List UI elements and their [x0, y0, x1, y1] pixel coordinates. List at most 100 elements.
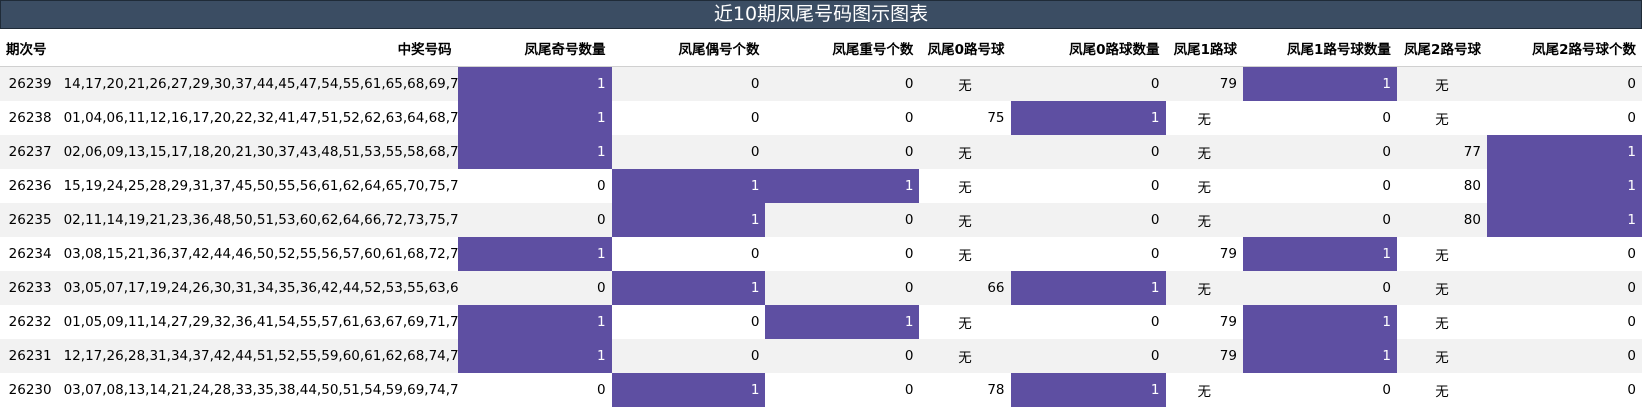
- route1-count-cell: 0: [1243, 169, 1397, 203]
- column-header-numbers: 中奖号码: [58, 29, 458, 67]
- column-header-repeat-count: 凤尾重号个数: [765, 29, 919, 67]
- odd-count-cell: 1: [458, 101, 612, 135]
- table-row: 2623801,04,06,11,12,16,17,20,22,32,41,47…: [0, 101, 1642, 135]
- route1-ball-cell: 无: [1166, 203, 1243, 237]
- period-cell: 26231: [0, 339, 58, 373]
- route0-count-cell: 0: [1011, 339, 1166, 373]
- table-row: 2623201,05,09,11,14,27,29,32,36,41,54,55…: [0, 305, 1642, 339]
- route1-count-cell: 0: [1243, 203, 1397, 237]
- even-count-cell: 0: [612, 135, 766, 169]
- column-header-route2-ball: 凤尾2路号球: [1397, 29, 1487, 67]
- route2-count-cell: 1: [1487, 203, 1642, 237]
- numbers-cell: 12,17,26,28,31,34,37,42,44,51,52,55,59,6…: [58, 339, 458, 373]
- period-cell: 26232: [0, 305, 58, 339]
- data-table: 期次号 中奖号码 凤尾奇号数量 凤尾偶号个数 凤尾重号个数 凤尾0路号球 凤尾0…: [0, 29, 1642, 407]
- route0-count-cell: 0: [1011, 237, 1166, 271]
- repeat-count-cell: 0: [765, 237, 919, 271]
- odd-count-cell: 1: [458, 339, 612, 373]
- route1-count-cell: 0: [1243, 271, 1397, 305]
- route0-ball-cell: 无: [919, 203, 1010, 237]
- route0-ball-cell: 无: [919, 339, 1010, 373]
- route1-ball-cell: 79: [1166, 339, 1243, 373]
- repeat-count-cell: 0: [765, 101, 919, 135]
- route1-ball-cell: 无: [1166, 135, 1243, 169]
- odd-count-cell: 0: [458, 373, 612, 407]
- even-count-cell: 1: [612, 271, 766, 305]
- route0-count-cell: 1: [1011, 271, 1166, 305]
- period-cell: 26233: [0, 271, 58, 305]
- route2-ball-cell: 无: [1397, 101, 1487, 135]
- table-row: 2623403,08,15,21,36,37,42,44,46,50,52,55…: [0, 237, 1642, 271]
- route2-ball-cell: 无: [1397, 67, 1487, 102]
- table-row: 2623914,17,20,21,26,27,29,30,37,44,45,47…: [0, 67, 1642, 102]
- numbers-cell: 01,05,09,11,14,27,29,32,36,41,54,55,57,6…: [58, 305, 458, 339]
- repeat-count-cell: 1: [765, 169, 919, 203]
- repeat-count-cell: 0: [765, 339, 919, 373]
- numbers-cell: 02,11,14,19,21,23,36,48,50,51,53,60,62,6…: [58, 203, 458, 237]
- route2-count-cell: 0: [1487, 373, 1642, 407]
- route2-count-cell: 0: [1487, 305, 1642, 339]
- route1-ball-cell: 无: [1166, 271, 1243, 305]
- period-cell: 26230: [0, 373, 58, 407]
- route1-ball-cell: 无: [1166, 101, 1243, 135]
- route2-ball-cell: 无: [1397, 373, 1487, 407]
- odd-count-cell: 1: [458, 135, 612, 169]
- route0-ball-cell: 无: [919, 135, 1010, 169]
- table-body: 2623914,17,20,21,26,27,29,30,37,44,45,47…: [0, 67, 1642, 407]
- column-header-route2-count: 凤尾2路号球个数: [1487, 29, 1642, 67]
- column-header-route1-ball: 凤尾1路球: [1166, 29, 1243, 67]
- table-row: 2623502,11,14,19,21,23,36,48,50,51,53,60…: [0, 203, 1642, 237]
- route2-count-cell: 1: [1487, 135, 1642, 169]
- route2-count-cell: 0: [1487, 271, 1642, 305]
- repeat-count-cell: 0: [765, 135, 919, 169]
- route1-count-cell: 1: [1243, 67, 1397, 102]
- route2-ball-cell: 无: [1397, 271, 1487, 305]
- route1-ball-cell: 无: [1166, 373, 1243, 407]
- even-count-cell: 1: [612, 203, 766, 237]
- route1-count-cell: 1: [1243, 339, 1397, 373]
- route0-ball-cell: 无: [919, 237, 1010, 271]
- table-row: 2623003,07,08,13,14,21,24,28,33,35,38,44…: [0, 373, 1642, 407]
- route0-count-cell: 0: [1011, 203, 1166, 237]
- even-count-cell: 0: [612, 67, 766, 102]
- route0-ball-cell: 无: [919, 67, 1010, 102]
- route2-count-cell: 0: [1487, 67, 1642, 102]
- route1-count-cell: 1: [1243, 305, 1397, 339]
- chart-page: 近10期凤尾号码图示图表 期次号 中奖号码 凤尾奇号数量 凤尾偶号个数 凤尾重号…: [0, 0, 1642, 406]
- numbers-cell: 14,17,20,21,26,27,29,30,37,44,45,47,54,5…: [58, 67, 458, 102]
- repeat-count-cell: 0: [765, 373, 919, 407]
- column-header-odd-count: 凤尾奇号数量: [458, 29, 612, 67]
- period-cell: 26238: [0, 101, 58, 135]
- route1-count-cell: 1: [1243, 237, 1397, 271]
- even-count-cell: 1: [612, 169, 766, 203]
- route2-count-cell: 0: [1487, 101, 1642, 135]
- route0-count-cell: 0: [1011, 169, 1166, 203]
- even-count-cell: 0: [612, 339, 766, 373]
- column-header-route0-count: 凤尾0路球数量: [1011, 29, 1166, 67]
- even-count-cell: 1: [612, 373, 766, 407]
- route2-ball-cell: 无: [1397, 305, 1487, 339]
- route1-count-cell: 0: [1243, 101, 1397, 135]
- repeat-count-cell: 0: [765, 67, 919, 102]
- route2-ball-cell: 无: [1397, 237, 1487, 271]
- route1-ball-cell: 79: [1166, 67, 1243, 102]
- table-row: 2623112,17,26,28,31,34,37,42,44,51,52,55…: [0, 339, 1642, 373]
- route2-ball-cell: 80: [1397, 203, 1487, 237]
- table-row: 2623303,05,07,17,19,24,26,30,31,34,35,36…: [0, 271, 1642, 305]
- numbers-cell: 03,05,07,17,19,24,26,30,31,34,35,36,42,4…: [58, 271, 458, 305]
- route0-count-cell: 1: [1011, 373, 1166, 407]
- route0-count-cell: 0: [1011, 67, 1166, 102]
- period-cell: 26234: [0, 237, 58, 271]
- route1-ball-cell: 79: [1166, 237, 1243, 271]
- odd-count-cell: 0: [458, 203, 612, 237]
- odd-count-cell: 1: [458, 305, 612, 339]
- page-title: 近10期凤尾号码图示图表: [0, 0, 1642, 29]
- route0-ball-cell: 75: [919, 101, 1010, 135]
- odd-count-cell: 0: [458, 169, 612, 203]
- column-header-route0-ball: 凤尾0路号球: [919, 29, 1010, 67]
- route0-ball-cell: 78: [919, 373, 1010, 407]
- odd-count-cell: 0: [458, 271, 612, 305]
- even-count-cell: 0: [612, 101, 766, 135]
- route1-ball-cell: 无: [1166, 169, 1243, 203]
- route0-ball-cell: 无: [919, 169, 1010, 203]
